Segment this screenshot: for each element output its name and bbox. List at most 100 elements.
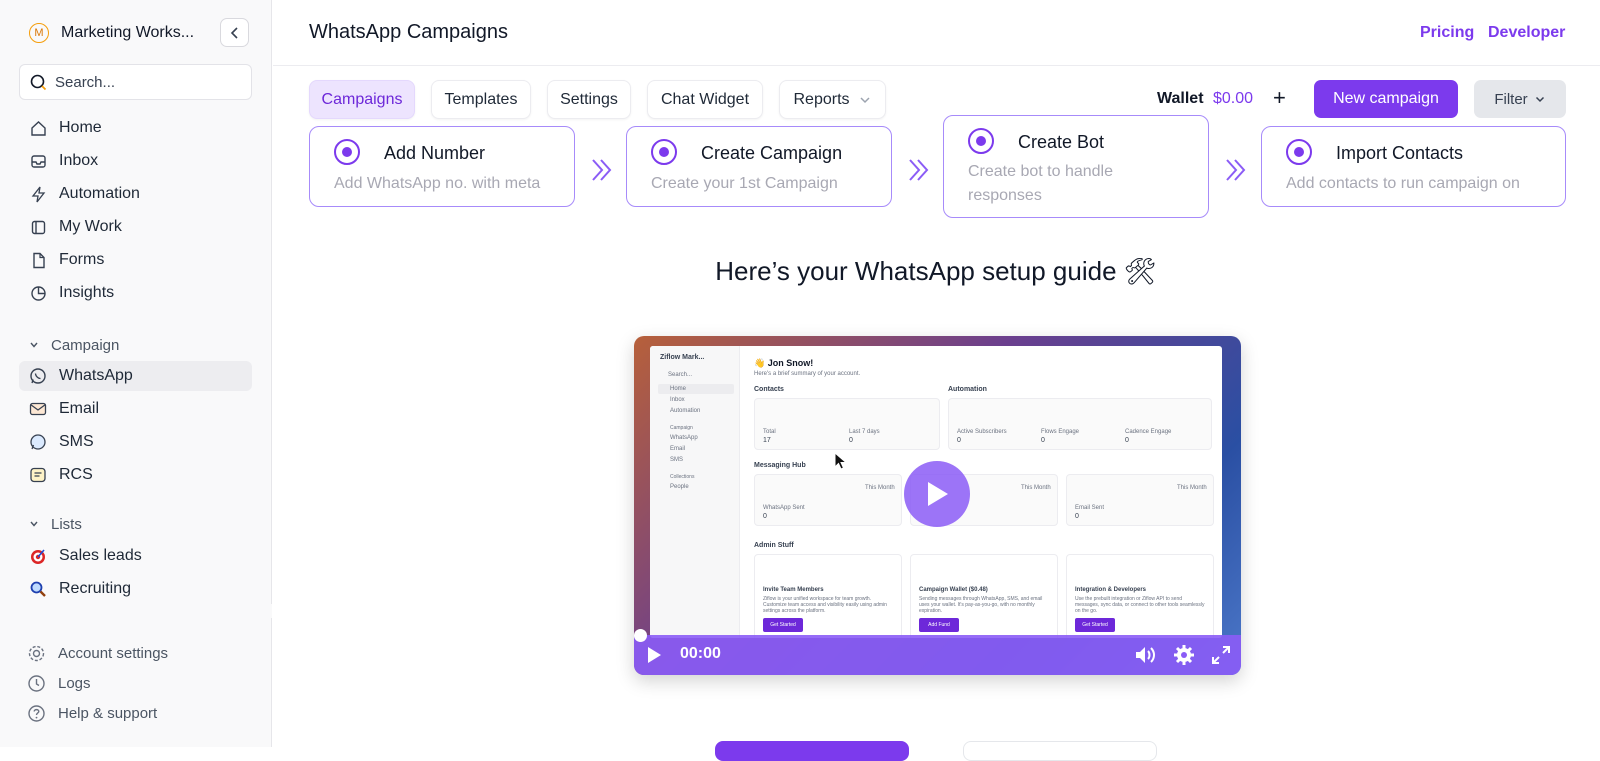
step-desc: Add WhatsApp no. with meta (334, 175, 541, 192)
play-icon (928, 482, 948, 506)
preview-automation-heading: Automation (948, 386, 987, 393)
preview-add-fund-button: Add Fund (919, 618, 959, 632)
play-icon[interactable] (646, 646, 662, 664)
target-icon (29, 547, 47, 565)
preview-this-month: This Month (1177, 485, 1207, 491)
add-funds-button[interactable]: + (1273, 85, 1286, 111)
sidebar-item-sms[interactable]: SMS (19, 427, 252, 457)
fullscreen-icon[interactable] (1212, 646, 1230, 664)
step-title: Import Contacts (1336, 143, 1464, 163)
preview-email-sent-label: Email Sent (1075, 505, 1105, 511)
step-create-campaign[interactable]: Create Campaign Create your 1st Campaign (626, 126, 892, 207)
step-create-bot[interactable]: Create Bot Create bot to handle response… (943, 115, 1209, 218)
sidebar-item-my-work[interactable]: My Work (19, 212, 252, 242)
magnifier-icon (29, 580, 47, 598)
settings-gear-icon[interactable] (1174, 645, 1194, 665)
preview-invite-title: Invite Team Members (763, 587, 824, 593)
logs-link[interactable]: Logs (27, 672, 91, 694)
pie-chart-icon (29, 284, 47, 302)
account-settings-link[interactable]: Account settings (27, 642, 168, 664)
step-desc: Create your 1st Campaign (651, 175, 838, 192)
help-support-link[interactable]: Help & support (27, 702, 157, 724)
tab-label: Campaigns (321, 90, 403, 108)
new-campaign-button[interactable]: New campaign (1314, 80, 1458, 118)
sidebar-item-label: Forms (59, 251, 105, 268)
step-title: Create Campaign (701, 143, 843, 163)
double-chevron-icon (1226, 159, 1246, 181)
page-header: WhatsApp Campaigns Pricing Developer (273, 0, 1600, 66)
step-import-contacts[interactable]: Import Contacts Add contacts to run camp… (1261, 126, 1566, 207)
preview-automation-card: Active Subscribers 0 Flows Engage 0 Cade… (948, 398, 1212, 450)
tab-label: Templates (444, 90, 518, 108)
preview-admin-heading: Admin Stuff (754, 542, 794, 549)
tab-settings[interactable]: Settings (547, 80, 631, 119)
preview-sidebar: Ziflow Mark... Search... Home Inbox Auto… (650, 346, 740, 638)
lightning-icon (29, 185, 47, 203)
sidebar-item-label: Inbox (59, 152, 99, 169)
sidebar-item-whatsapp[interactable]: WhatsApp (19, 361, 252, 391)
tab-reports[interactable]: Reports (779, 80, 886, 119)
sidebar-item-rcs[interactable]: RCS (19, 460, 252, 490)
sidebar-item-automation[interactable]: Automation (19, 179, 252, 209)
preview-nav-automation: Automation (670, 408, 701, 414)
preview-integration-title: Integration & Developers (1075, 587, 1147, 593)
double-chevron-icon (909, 159, 929, 181)
chevron-down-icon (1535, 96, 1544, 103)
sidebar-item-label: RCS (59, 466, 93, 483)
tab-label: Settings (560, 90, 618, 108)
step-add-number[interactable]: Add Number Add WhatsApp no. with meta (309, 126, 575, 207)
sidebar-item-label: Email (59, 400, 100, 417)
sidebar: M Marketing Works... Home Inbox Automati… (0, 0, 272, 747)
preview-last7-label: Last 7 days (849, 429, 880, 435)
search-input[interactable] (55, 73, 235, 91)
collapse-sidebar-button[interactable] (220, 18, 249, 47)
filter-label: Filter (1494, 90, 1528, 108)
step-title: Create Bot (1018, 132, 1105, 152)
video-controls: 00:00 (634, 629, 1241, 675)
sidebar-item-forms[interactable]: Forms (19, 245, 252, 275)
home-icon (29, 119, 47, 137)
tab-campaigns[interactable]: Campaigns (309, 80, 415, 119)
bottom-secondary-button[interactable] (963, 741, 1157, 761)
lists-section-toggle[interactable]: Lists (29, 514, 82, 534)
sidebar-item-recruiting[interactable]: Recruiting (19, 574, 252, 604)
filter-button[interactable]: Filter (1474, 80, 1566, 118)
preview-campaign-whatsapp: WhatsApp (670, 435, 698, 441)
setup-guide-video[interactable]: Ziflow Mark... Search... Home Inbox Auto… (634, 336, 1241, 675)
step-title: Add Number (384, 143, 486, 163)
rcs-icon (29, 466, 47, 484)
chevron-down-icon (30, 521, 38, 527)
preview-contacts-card: Total 17 Last 7 days 0 (754, 398, 940, 450)
preview-hub-heading: Messaging Hub (754, 462, 806, 469)
sidebar-item-home[interactable]: Home (19, 113, 252, 143)
chevron-down-icon (859, 96, 870, 103)
preview-cadence-label: Cadence Engage (1125, 429, 1172, 435)
play-overlay-button[interactable] (904, 461, 970, 527)
campaign-section-toggle[interactable]: Campaign (29, 335, 119, 355)
preview-collections-people: People (670, 484, 689, 490)
volume-icon[interactable] (1134, 645, 1158, 665)
developer-link[interactable]: Developer (1488, 24, 1565, 42)
progress-handle[interactable] (634, 629, 647, 642)
sidebar-item-email[interactable]: Email (19, 394, 252, 424)
sidebar-item-inbox[interactable]: Inbox (19, 146, 252, 176)
preview-invite-card: Invite Team Members Ziflow is your unifi… (754, 554, 902, 638)
help-icon (28, 704, 45, 722)
workspace-switcher[interactable]: M Marketing Works... (29, 22, 249, 44)
step-radio (334, 139, 360, 165)
bottom-primary-button[interactable] (715, 741, 909, 761)
sidebar-item-insights[interactable]: Insights (19, 278, 252, 308)
sidebar-item-sales-leads[interactable]: Sales leads (19, 541, 252, 571)
pricing-link[interactable]: Pricing (1420, 24, 1474, 42)
sidebar-item-label: Insights (59, 284, 115, 301)
sidebar-search[interactable] (19, 64, 252, 100)
preview-last7-value: 0 (849, 437, 853, 444)
preview-email-card: This Month Email Sent 0 (1066, 474, 1214, 526)
preview-nav-home: Home (670, 386, 687, 392)
tab-label: Reports (793, 90, 850, 108)
tab-templates[interactable]: Templates (431, 80, 531, 119)
preview-summary: Here's a brief summary of your account. (754, 371, 861, 377)
tab-chat-widget[interactable]: Chat Widget (647, 80, 763, 119)
preview-active-subs-label: Active Subscribers (957, 429, 1007, 435)
sidebar-item-label: WhatsApp (59, 367, 133, 384)
